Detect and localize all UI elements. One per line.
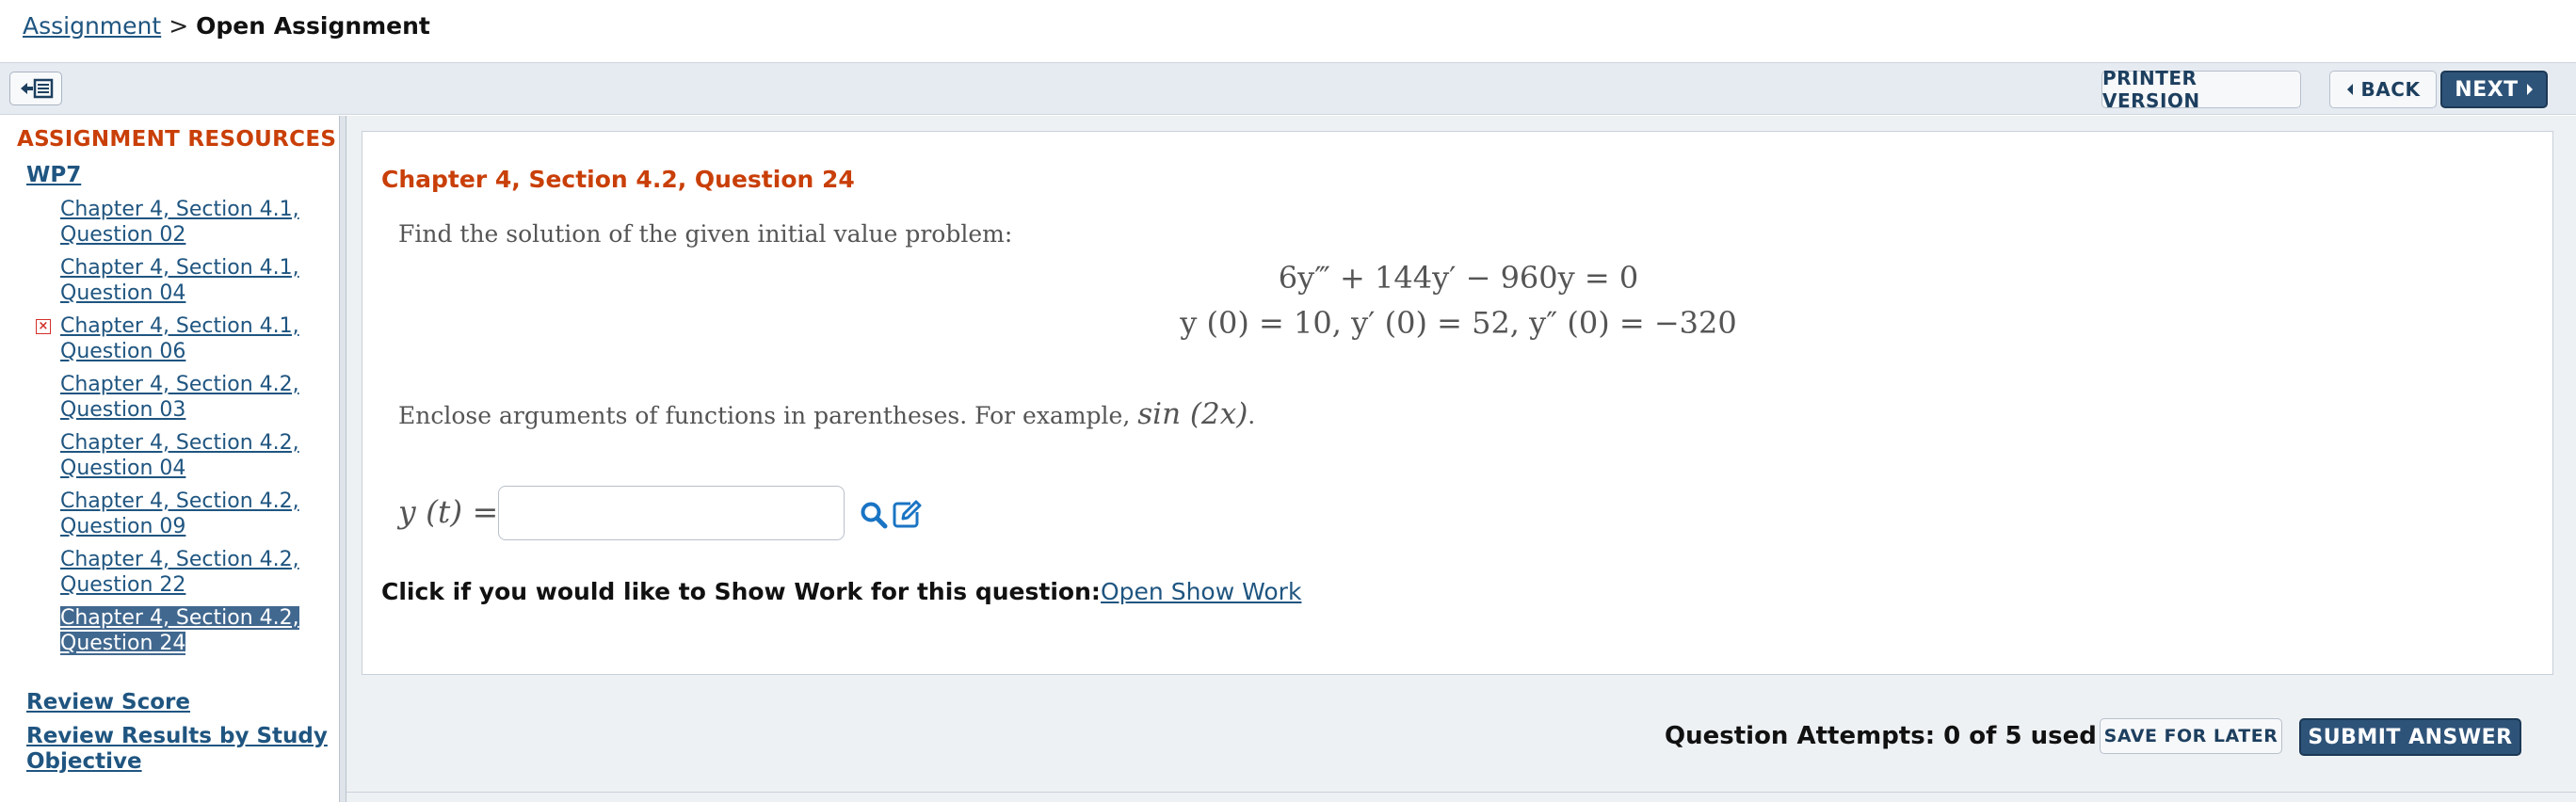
question-link-active[interactable]: Chapter 4, Section 4.2, Question 24 [60,605,324,656]
equation-editor-icon[interactable] [892,499,922,529]
question-list-item: Chapter 4, Section 4.2, Question 22 [34,547,326,605]
question-link[interactable]: Chapter 4, Section 4.1, Question 06 [60,313,324,364]
show-work-label: Click if you would like to Show Work for… [381,578,1101,605]
sidebar-title: ASSIGNMENT RESOURCES [17,127,337,152]
breadcrumb-separator: > [169,12,189,40]
breadcrumb: Assignment > Open Assignment [23,9,430,43]
hint-example: sin (2x) [1137,397,1248,431]
assignment-resources-sidebar: ASSIGNMENT RESOURCES WP7 Chapter 4, Sect… [0,116,339,802]
question-list-item-active: Chapter 4, Section 4.2, Question 24 [34,605,326,664]
caret-left-icon [2346,84,2353,95]
hint-end: . [1248,402,1256,429]
printer-version-label: PRINTER VERSION [2102,67,2200,112]
question-link[interactable]: Chapter 4, Section 4.2, Question 04 [60,430,324,481]
question-list-item: Chapter 4, Section 4.2, Question 09 [34,489,326,547]
sidebar-section-wp7[interactable]: WP7 [26,163,81,187]
question-link[interactable]: Chapter 4, Section 4.1, Question 04 [60,255,324,306]
question-panel: Chapter 4, Section 4.2, Question 24 Find… [362,131,2553,675]
back-button[interactable]: BACK [2329,71,2437,108]
toolbar: PRINTER VERSION BACK NEXT [0,62,2576,115]
differential-equation: 6y‴ + 144y′ − 960y = 0 [1278,260,1639,296]
sidebar-collapse-icon [21,78,54,99]
breadcrumb-current: Open Assignment [196,12,430,40]
question-link[interactable]: Chapter 4, Section 4.2, Question 03 [60,372,324,423]
review-results-link[interactable]: Review Results by Study Objective [26,724,328,775]
breadcrumb-assignment-link[interactable]: Assignment [23,12,161,40]
question-link[interactable]: Chapter 4, Section 4.2, Question 22 [60,547,324,598]
question-link[interactable]: Chapter 4, Section 4.1, Question 02 [60,197,324,248]
question-list-item: Chapter 4, Section 4.1, Question 04 [34,255,326,313]
save-for-later-button[interactable]: SAVE FOR LATER [2100,718,2282,754]
initial-conditions: y (0) = 10, y′ (0) = 52, y″ (0) = −320 [1180,305,1737,341]
sidebar-toggle-button[interactable] [9,72,62,105]
answer-input[interactable] [498,486,845,540]
back-label: BACK [2360,78,2421,101]
printer-version-button[interactable]: PRINTER VERSION [2101,67,2301,112]
sidebar-resize-handle[interactable] [339,116,346,802]
submit-answer-button[interactable]: SUBMIT ANSWER [2299,718,2521,756]
preview-search-icon[interactable] [860,501,888,529]
question-list-item: × Chapter 4, Section 4.1, Question 06 [34,313,326,372]
main-content: Chapter 4, Section 4.2, Question 24 Find… [346,116,2576,802]
review-score-link[interactable]: Review Score [26,690,328,715]
question-attempts: Question Attempts: 0 of 5 used [1665,722,2097,750]
caret-right-icon [2526,84,2533,95]
question-list: Chapter 4, Section 4.1, Question 02 Chap… [34,197,326,664]
answer-label: y (t) = [398,493,499,530]
divider [346,792,2576,793]
incorrect-x-icon: × [36,319,51,334]
question-prompt: Find the solution of the given initial v… [398,220,1013,248]
open-show-work-link[interactable]: Open Show Work [1101,578,1301,605]
question-list-item: Chapter 4, Section 4.2, Question 04 [34,430,326,489]
next-label: NEXT [2455,77,2519,102]
question-list-item: Chapter 4, Section 4.2, Question 03 [34,372,326,430]
question-title: Chapter 4, Section 4.2, Question 24 [381,166,855,193]
question-link[interactable]: Chapter 4, Section 4.2, Question 09 [60,489,324,539]
hint-sentence: Enclose arguments of functions in parent… [398,402,1131,429]
question-list-item: Chapter 4, Section 4.1, Question 02 [34,197,326,255]
next-button[interactable]: NEXT [2440,71,2548,108]
hint-text: Enclose arguments of functions in parent… [398,397,1255,431]
